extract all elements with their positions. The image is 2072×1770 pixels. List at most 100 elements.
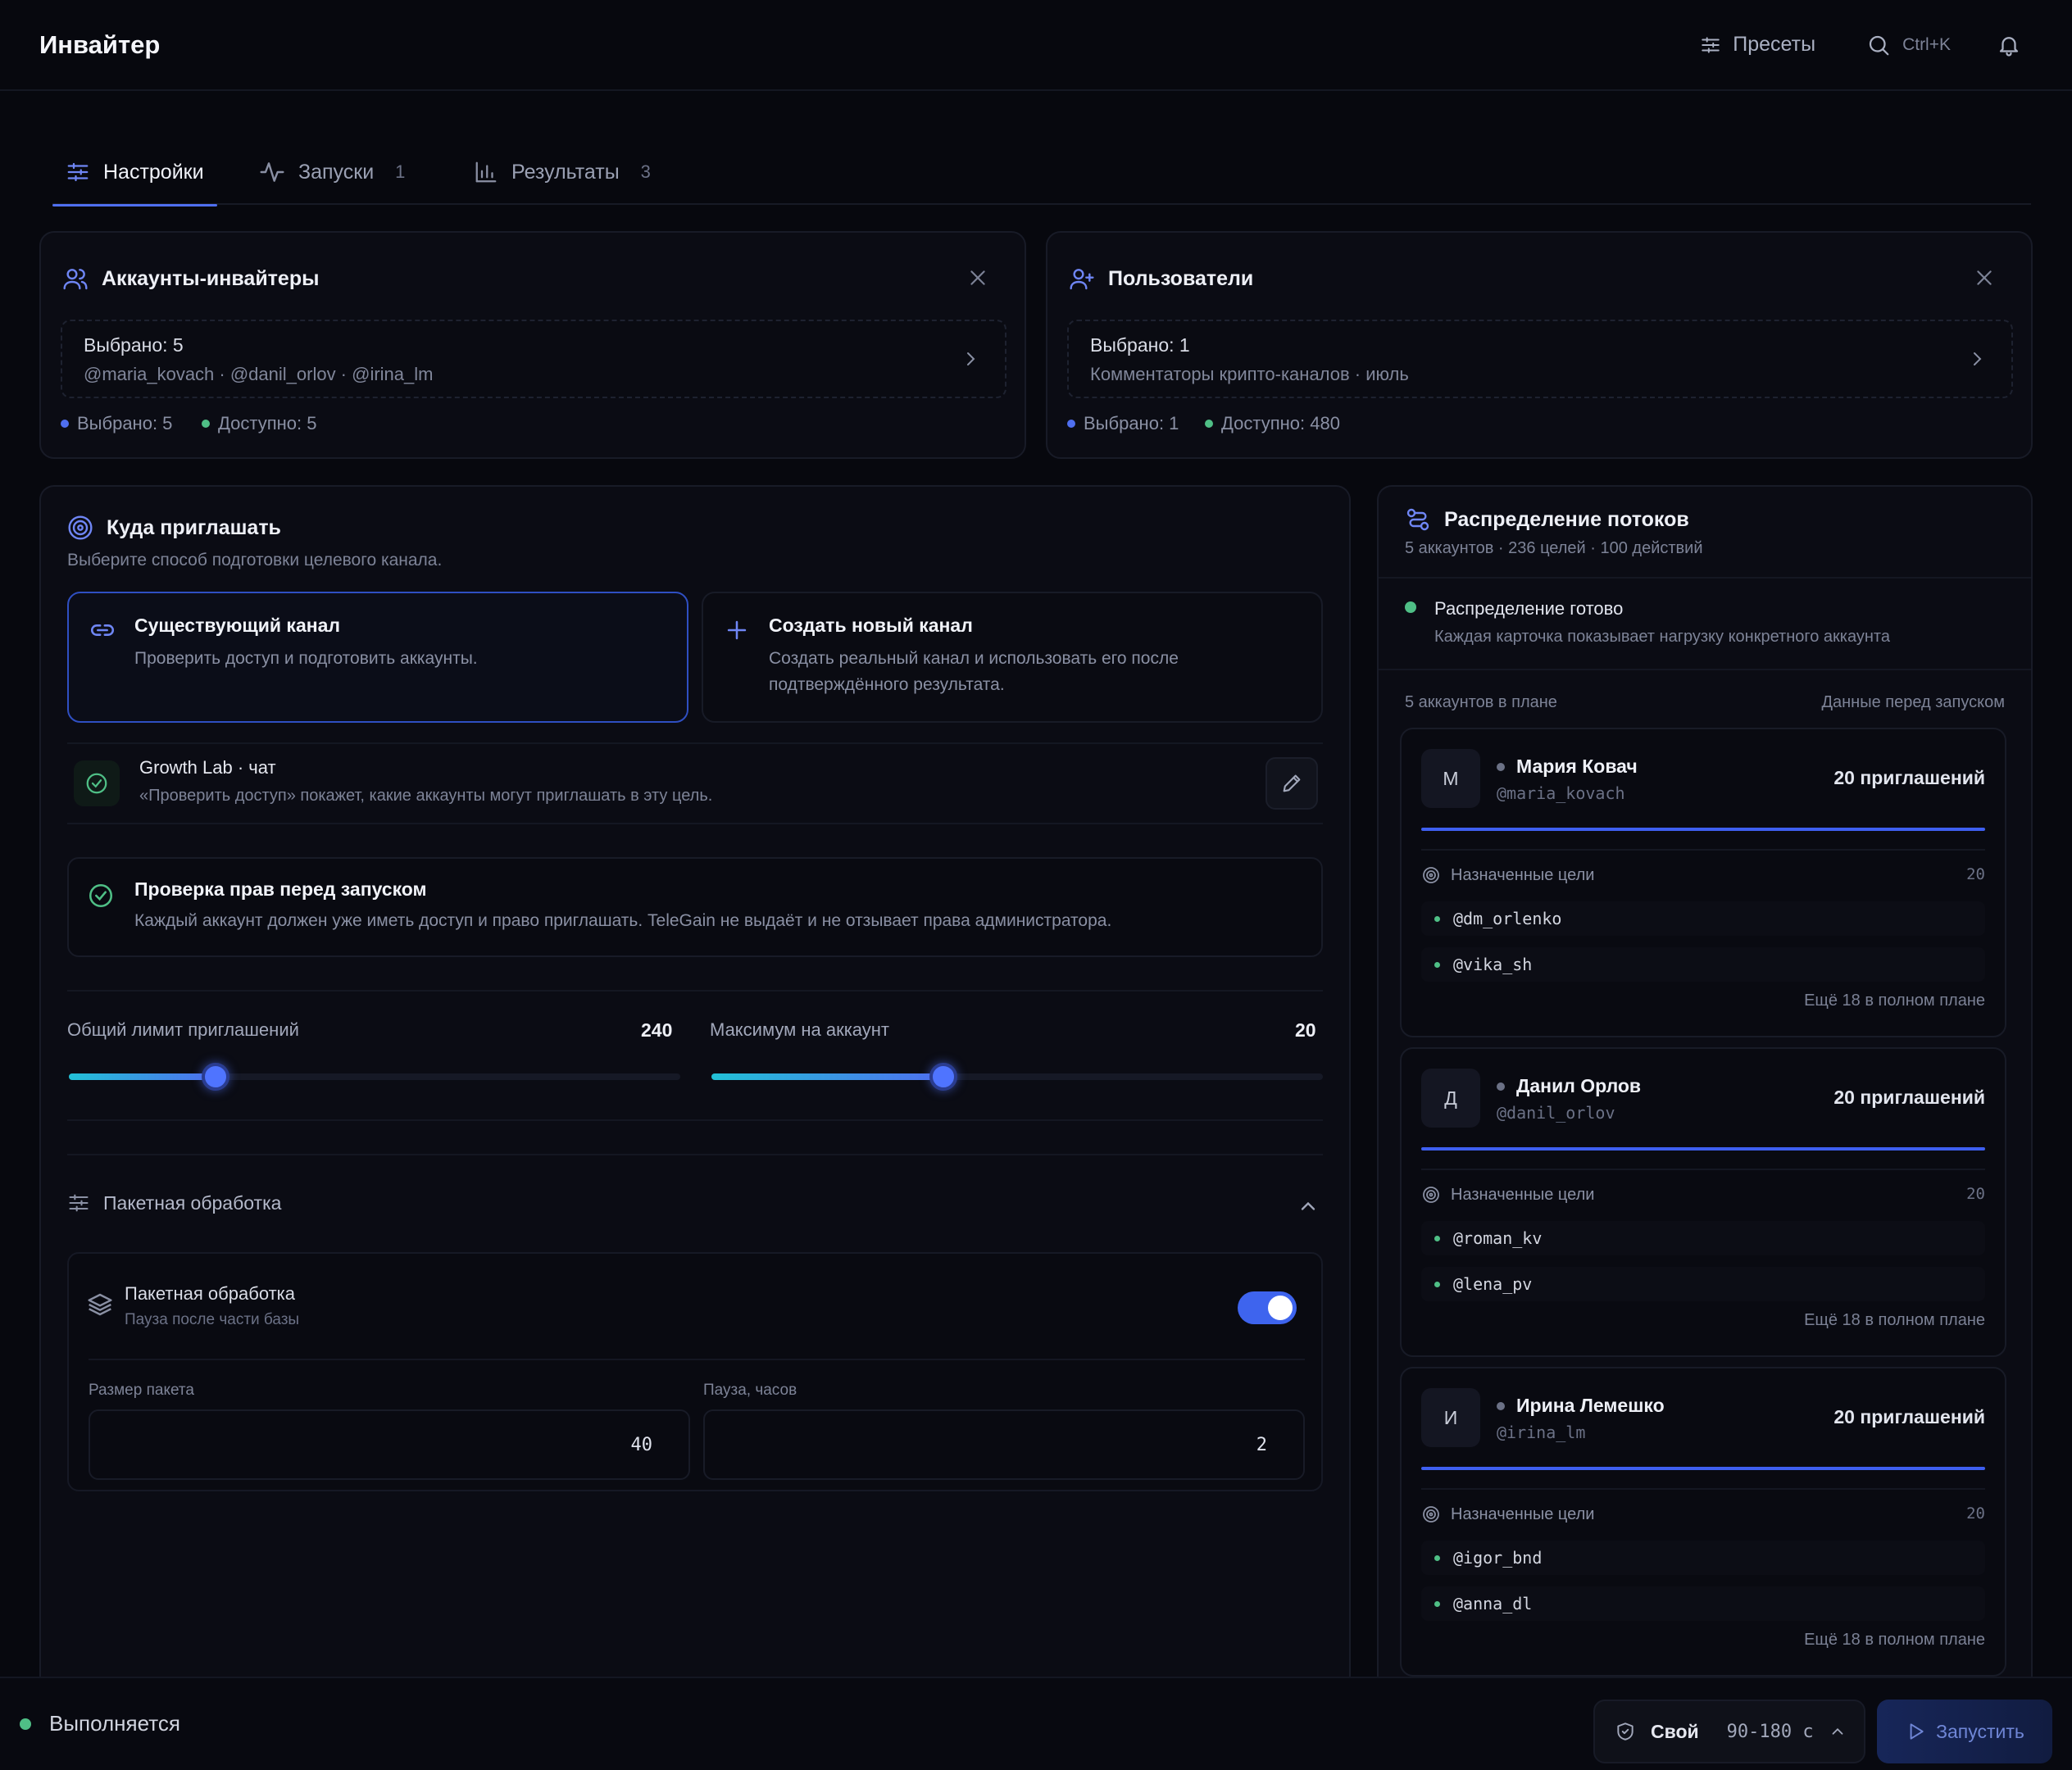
run-button-label: Запустить bbox=[1936, 1720, 2024, 1742]
tab-runs[interactable]: Запуски 1 bbox=[246, 139, 418, 205]
distribution-subtitle: 5 аккаунтов · 236 целей · 100 действий bbox=[1405, 539, 1703, 557]
assigned-targets-count: 20 bbox=[1966, 865, 1985, 883]
option-existing-title: Существующий канал bbox=[134, 615, 341, 636]
account-card[interactable]: М Мария Ковач @maria_kovach 20 приглашений Н… bbox=[1400, 728, 2006, 1037]
target-subtitle: Выберите способ подготовки целевого кана… bbox=[67, 551, 443, 570]
account-handle: @irina_lm bbox=[1497, 1423, 1586, 1442]
search-shortcut: Ctrl+K bbox=[1902, 34, 1951, 54]
plus-icon bbox=[723, 616, 751, 644]
close-icon[interactable] bbox=[967, 267, 988, 288]
account-handle: @danil_orlov bbox=[1497, 1103, 1615, 1123]
account-invites: 20 приглашений bbox=[1833, 1406, 1985, 1427]
close-icon[interactable] bbox=[1974, 267, 1995, 288]
batch-section-toggle[interactable]: Пакетная обработка bbox=[67, 1191, 281, 1214]
link-icon bbox=[89, 616, 116, 644]
target-icon bbox=[67, 515, 107, 541]
permissions-title: Проверка прав перед запуском bbox=[134, 878, 427, 900]
account-invites: 20 приглашений bbox=[1833, 1087, 1985, 1108]
inviters-card: Аккаунты-инвайтеры Выбрано: 5 @maria_kov… bbox=[39, 231, 1026, 459]
slider-handle[interactable] bbox=[929, 1063, 958, 1091]
batch-panel: Пакетная обработка Пауза после части баз… bbox=[67, 1252, 1323, 1491]
activity-icon bbox=[259, 159, 298, 185]
account-name: Мария Ковач bbox=[1497, 756, 1638, 778]
distribution-ready-desc: Каждая карточка показывает нагрузку конк… bbox=[1434, 628, 1890, 646]
run-button[interactable]: Запустить bbox=[1877, 1700, 2052, 1763]
total-limit-slider[interactable] bbox=[69, 1063, 680, 1091]
bell-icon bbox=[1997, 33, 2033, 57]
target-icon bbox=[1421, 1185, 1451, 1205]
option-new-channel[interactable]: Создать новый канал Создать реальный кан… bbox=[702, 592, 1323, 723]
option-existing-desc: Проверить доступ и подготовить аккаунты. bbox=[134, 649, 478, 668]
plan-count: 5 аккаунтов в плане bbox=[1405, 693, 1557, 711]
assigned-targets-label: Назначенные цели bbox=[1421, 1504, 1594, 1524]
slider-handle[interactable] bbox=[202, 1063, 230, 1091]
account-card[interactable]: Д Данил Орлов @danil_orlov 20 приглашений На… bbox=[1400, 1047, 2006, 1357]
chevron-up-icon[interactable] bbox=[1297, 1195, 1320, 1218]
inviters-selector[interactable]: Выбрано: 5 @maria_kovach · @danil_orlov … bbox=[61, 320, 1006, 398]
account-card[interactable]: И Ирина Лемешко @irina_lm 20 приглашений Наз… bbox=[1400, 1367, 2006, 1677]
app-title: Инвайтер bbox=[39, 30, 161, 59]
distribution-title: Распределение потоков bbox=[1444, 507, 1689, 531]
chevron-right-icon bbox=[1967, 349, 1987, 369]
more-targets-link[interactable]: Ещё 18 в полном плане bbox=[1804, 1631, 1985, 1650]
per-account-value: 20 bbox=[1295, 1019, 1316, 1041]
top-header: Инвайтер Пресеты Ctrl+K bbox=[0, 0, 2072, 91]
option-existing-channel[interactable]: Существующий канал Проверить доступ и по… bbox=[67, 592, 688, 723]
permissions-desc: Каждый аккаунт должен уже иметь доступ и… bbox=[134, 911, 1112, 930]
check-circle-icon bbox=[74, 760, 120, 806]
avatar: М bbox=[1421, 749, 1480, 808]
users-selector[interactable]: Выбрано: 1 Комментаторы крипто-каналов ·… bbox=[1067, 320, 2013, 398]
users-description: Комментаторы крипто-каналов · июль bbox=[1090, 364, 1409, 384]
avatar: Д bbox=[1421, 1069, 1480, 1128]
user-plus-icon bbox=[1069, 266, 1108, 292]
target-title: Куда приглашать bbox=[107, 515, 281, 539]
list-item: @roman_kv bbox=[1421, 1221, 1985, 1255]
search-button[interactable]: Ctrl+K bbox=[1866, 33, 1951, 57]
total-limit-label: Общий лимит приглашений bbox=[67, 1019, 299, 1040]
tab-runs-count: 1 bbox=[395, 161, 406, 182]
batch-toggle-switch[interactable] bbox=[1238, 1291, 1297, 1324]
play-icon bbox=[1905, 1721, 1926, 1742]
tab-settings-label: Настройки bbox=[103, 160, 204, 184]
batch-section-label: Пакетная обработка bbox=[103, 1191, 282, 1214]
inviters-stat-available: Доступно: 5 bbox=[202, 413, 316, 434]
notifications-button[interactable] bbox=[1997, 33, 2033, 57]
per-account-label: Максимум на аккаунт bbox=[710, 1019, 890, 1040]
account-handle: @maria_kovach bbox=[1497, 783, 1625, 803]
option-new-desc: Создать реальный канал и использовать ег… bbox=[769, 649, 1179, 694]
assigned-targets-label: Назначенные цели bbox=[1421, 865, 1594, 885]
target-icon bbox=[1421, 1504, 1451, 1524]
list-item: @igor_bnd bbox=[1421, 1541, 1985, 1575]
tab-runs-label: Запуски bbox=[298, 160, 375, 184]
interval-label: 90-180 с bbox=[1726, 1721, 1814, 1742]
search-icon bbox=[1866, 33, 1902, 57]
sliders-icon bbox=[67, 1191, 90, 1214]
inviters-title: Аккаунты-инвайтеры bbox=[102, 266, 320, 290]
distribution-ready-title: Распределение готово bbox=[1434, 598, 1624, 619]
status-dot bbox=[1405, 601, 1424, 617]
per-account-slider[interactable] bbox=[711, 1063, 1323, 1091]
more-targets-link[interactable]: Ещё 18 в полном плане bbox=[1804, 992, 1985, 1010]
tab-results[interactable]: Результаты 3 bbox=[461, 139, 664, 205]
option-new-title: Создать новый канал bbox=[769, 615, 973, 636]
tab-settings[interactable]: Настройки bbox=[52, 139, 217, 206]
account-load-bar bbox=[1421, 1467, 1985, 1470]
bottom-bar: Выполняется Свой 90-180 с Запустить bbox=[0, 1677, 2072, 1770]
shield-icon bbox=[1615, 1721, 1636, 1742]
inviters-header: Аккаунты-инвайтеры bbox=[62, 266, 319, 292]
batch-pause-input[interactable]: 2 bbox=[703, 1409, 1305, 1480]
batch-size-input[interactable]: 40 bbox=[89, 1409, 690, 1480]
route-icon bbox=[1405, 506, 1444, 533]
list-item: @anna_dl bbox=[1421, 1586, 1985, 1621]
more-targets-link[interactable]: Ещё 18 в полном плане bbox=[1804, 1311, 1985, 1330]
presets-button[interactable]: Пресеты bbox=[1700, 33, 1815, 57]
bar-chart-icon bbox=[474, 160, 511, 184]
mode-selector[interactable]: Свой 90-180 с bbox=[1593, 1700, 1865, 1763]
account-invites: 20 приглашений bbox=[1833, 767, 1985, 788]
edit-channel-button[interactable] bbox=[1265, 757, 1318, 810]
target-card: Куда приглашать Выберите способ подготов… bbox=[39, 485, 1351, 1690]
pencil-icon bbox=[1280, 772, 1303, 795]
users-stat-selected: Выбрано: 1 bbox=[1067, 413, 1179, 434]
chevron-right-icon bbox=[961, 349, 980, 369]
tab-results-label: Результаты bbox=[511, 160, 620, 184]
